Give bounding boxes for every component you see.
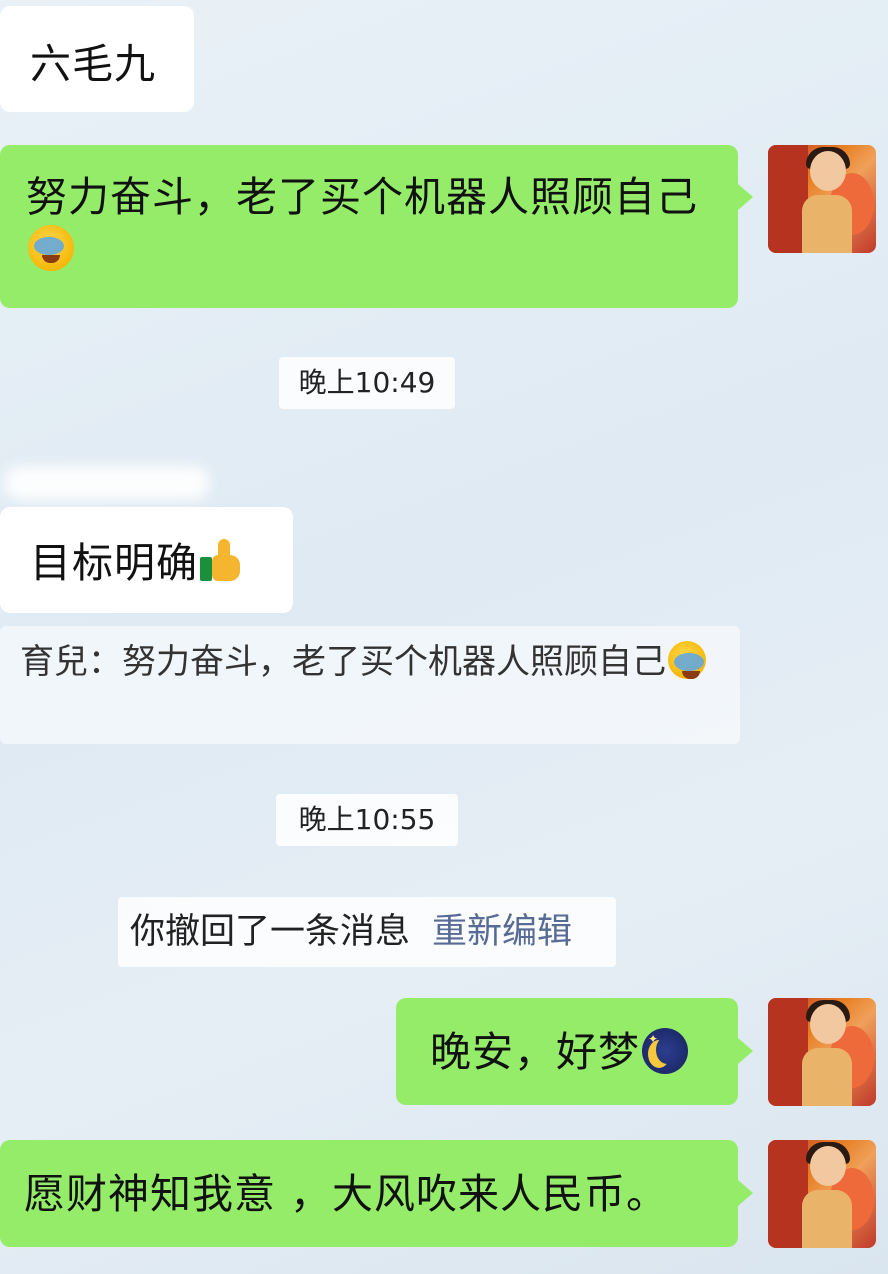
message-text: 晚安，好梦: [430, 1028, 640, 1076]
recall-notice: 你撤回了一条消息 重新编辑: [118, 897, 616, 967]
message-text: 愿财神知我意 ，大风吹来人民币。: [24, 1170, 669, 1218]
message-text: 六毛九: [30, 40, 156, 88]
quoted-text: 育兒：努力奋斗，老了买个机器人照顾自己: [20, 642, 666, 682]
my-avatar[interactable]: [768, 145, 876, 253]
face-palm-tears-emoji-icon: [668, 641, 706, 679]
my-avatar[interactable]: [768, 998, 876, 1106]
received-message-bubble[interactable]: 目标明确: [0, 507, 293, 613]
timestamp: 晚上10:55: [276, 794, 458, 846]
re-edit-link[interactable]: 重新编辑: [432, 912, 572, 952]
redacted-sender-name: [4, 466, 210, 500]
sent-message-bubble[interactable]: 晚安，好梦: [396, 998, 738, 1105]
my-avatar[interactable]: [768, 1140, 876, 1248]
crescent-moon-night-emoji-icon: [642, 1028, 688, 1074]
thumbs-up-icon: [198, 537, 244, 583]
bubble-tail: [738, 184, 753, 210]
message-text: 努力奋斗，老了买个机器人照顾自己: [26, 173, 698, 221]
sent-message-bubble[interactable]: 愿财神知我意 ，大风吹来人民币。: [0, 1140, 738, 1247]
quoted-message[interactable]: 育兒：努力奋斗，老了买个机器人照顾自己: [0, 626, 740, 744]
received-message-bubble[interactable]: 六毛九: [0, 6, 194, 112]
bubble-tail: [738, 1180, 753, 1206]
face-palm-tears-emoji-icon: [28, 225, 74, 271]
sent-message-bubble[interactable]: 努力奋斗，老了买个机器人照顾自己: [0, 145, 738, 308]
timestamp: 晚上10:49: [279, 357, 455, 409]
bubble-tail: [738, 1038, 753, 1064]
message-text: 目标明确: [30, 539, 198, 587]
recall-text: 你撤回了一条消息: [130, 912, 411, 952]
